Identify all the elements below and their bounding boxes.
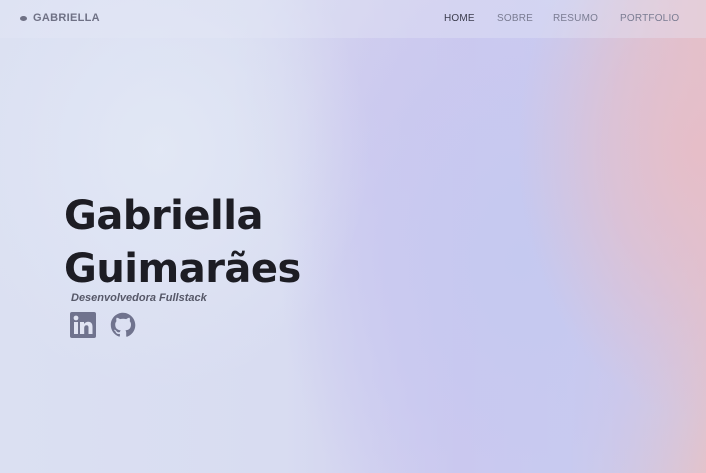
nav-item-resumo[interactable]: RESUMO [553,13,598,24]
nav-item-home[interactable]: HOME [444,13,475,24]
brand-logo[interactable]: GABRIELLA [20,12,100,24]
brand-dot-icon [20,15,27,21]
nav-item-portfolio[interactable]: PORTFOLIO [620,13,679,24]
hero-first-name: Gabriella [64,193,263,239]
top-navbar: GABRIELLA HOME SOBRE RESUMO PORTFOLIO [0,0,706,38]
nav-item-sobre[interactable]: SOBRE [497,13,533,24]
github-link[interactable] [110,312,136,338]
hero-title: Gabriella Guimarães [64,190,301,296]
social-links [70,312,136,338]
hero-subtitle: Desenvolvedora Fullstack [71,292,207,304]
brand-name: GABRIELLA [33,12,100,24]
linkedin-link[interactable] [70,312,96,338]
hero-last-name: Guimarães [64,246,301,292]
linkedin-icon [70,312,96,338]
github-icon [110,312,136,337]
